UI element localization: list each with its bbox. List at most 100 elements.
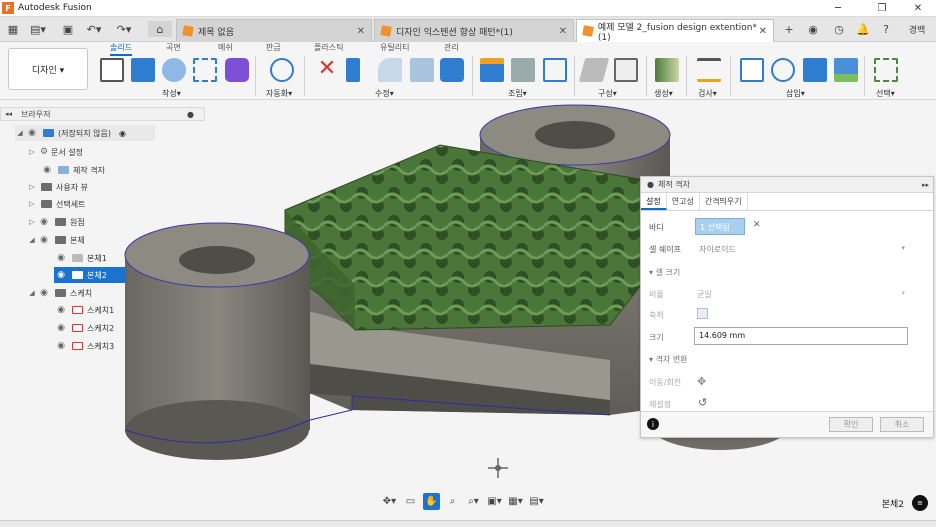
expand-arrow-icon[interactable]: ▷	[27, 200, 37, 208]
close-tab-icon[interactable]: ✕	[559, 26, 567, 37]
extensions-icon[interactable]: ◉	[803, 21, 823, 37]
viewports-icon[interactable]: ▤▾	[528, 493, 545, 510]
tab-solid[interactable]: 솔리드	[110, 42, 133, 56]
redo-icon[interactable]: ↷▾	[114, 21, 134, 37]
fit-icon[interactable]: ⌕▾	[465, 493, 482, 510]
tab-mesh[interactable]: 메쉬	[218, 42, 233, 53]
save-icon[interactable]: ▣	[58, 21, 78, 37]
scale-checkbox[interactable]	[697, 308, 708, 319]
create-sketch-icon[interactable]	[100, 58, 124, 82]
close-tab-icon[interactable]: ✕	[357, 26, 365, 37]
construct-grid-icon[interactable]	[614, 58, 638, 82]
dialog-expand-icon[interactable]: ▸▸	[922, 181, 929, 189]
tree-item-body1[interactable]: ◉ 본체1	[54, 250, 126, 266]
maximize-button[interactable]: ❐	[864, 0, 900, 17]
visibility-eye-icon[interactable]: ◉	[54, 341, 68, 351]
press-pull-icon[interactable]	[346, 58, 360, 82]
tab-settings[interactable]: 설정	[641, 193, 667, 210]
cancel-button[interactable]: 취소	[880, 417, 924, 432]
ratio-select[interactable]: 균일	[697, 289, 712, 300]
chevron-down-icon[interactable]: ▾	[901, 244, 905, 252]
tree-item-named-views[interactable]: ▷ 사용자 뷰	[27, 179, 88, 195]
orbit-icon[interactable]: ✥▾	[381, 493, 398, 510]
minimize-button[interactable]: ─	[820, 0, 856, 17]
tab-offset[interactable]: 간격띄우기	[700, 193, 748, 210]
tree-item-build-grid[interactable]: ◉ 제작 격자	[40, 162, 105, 178]
dialog-collapse-icon[interactable]: ●	[647, 180, 654, 189]
tree-item-body2[interactable]: ◉ 본체2	[54, 267, 126, 283]
info-icon[interactable]: i	[647, 418, 659, 430]
insert-link-icon[interactable]	[771, 58, 795, 82]
clear-selection-icon[interactable]: ✕	[753, 220, 761, 230]
tab-untitled[interactable]: 제목 없음 ✕	[176, 19, 372, 42]
tab-surface[interactable]: 곡면	[166, 42, 181, 53]
extrude-icon[interactable]	[131, 58, 155, 82]
tree-item-sketch1[interactable]: ◉ 스케치1	[54, 302, 114, 318]
group-modify-label[interactable]: 수정▾	[375, 88, 394, 99]
notifications-icon[interactable]: 🔔	[853, 21, 873, 37]
tree-item-sketch2[interactable]: ◉ 스케치2	[54, 320, 114, 336]
visibility-eye-icon[interactable]: ◉	[25, 128, 39, 138]
look-at-icon[interactable]: ▭	[402, 493, 419, 510]
visibility-eye-icon[interactable]: ◉	[37, 217, 51, 227]
dialog-header[interactable]: ● 체적 격자 ▸▸	[641, 177, 933, 193]
tab-extension-pattern[interactable]: 디자인 익스텐션 향상 패턴*(1) ✕	[374, 19, 574, 42]
visibility-eye-icon[interactable]: ◉	[40, 165, 54, 175]
chamfer-icon[interactable]	[410, 58, 434, 82]
group-inspect-label[interactable]: 검사▾	[698, 88, 717, 99]
move-gizmo-icon[interactable]	[488, 458, 508, 478]
tab-smoothness[interactable]: 연고성	[667, 193, 700, 210]
home-icon[interactable]: ⌂	[148, 21, 172, 37]
activate-radio-icon[interactable]: ◉	[119, 129, 126, 138]
new-component-icon[interactable]	[480, 58, 504, 82]
reset-icon[interactable]: ↺	[698, 396, 707, 409]
tree-item-origin[interactable]: ▷ ◉ 원점	[27, 214, 84, 230]
collapse-arrow-icon[interactable]: ◢	[15, 129, 25, 137]
group-create-label[interactable]: 작성▾	[162, 88, 181, 99]
close-tab-icon[interactable]: ✕	[759, 26, 767, 37]
file-menu-icon[interactable]: ▤▾	[28, 21, 48, 37]
tree-item-selection-sets[interactable]: ▷ 선택세트	[27, 196, 85, 212]
delete-icon[interactable]: ✕	[315, 58, 339, 82]
group-generate-label[interactable]: 생성▾	[654, 88, 673, 99]
collapse-arrow-icon[interactable]: ◢	[27, 236, 37, 244]
insert-derive-icon[interactable]	[740, 58, 764, 82]
joint-icon[interactable]	[511, 58, 535, 82]
insert-canvas-icon[interactable]	[834, 58, 858, 82]
revolve-icon[interactable]	[162, 58, 186, 82]
tab-plastic[interactable]: 플라스틱	[314, 42, 343, 53]
undo-icon[interactable]: ↶▾	[84, 21, 104, 37]
group-select-label[interactable]: 선택▾	[876, 88, 895, 99]
body-selection-button[interactable]: 1 선택됨	[695, 218, 745, 235]
visibility-eye-icon[interactable]: ◉	[54, 270, 68, 280]
move-icon[interactable]: ✥	[697, 375, 706, 388]
expand-arrow-icon[interactable]: ▷	[27, 183, 37, 191]
visibility-eye-icon[interactable]: ◉	[37, 288, 51, 298]
pattern-icon[interactable]	[193, 58, 217, 82]
chevron-down-icon[interactable]: ▾	[901, 289, 905, 297]
grid-settings-icon[interactable]: ▦▾	[507, 493, 524, 510]
visibility-eye-icon[interactable]: ◉	[54, 253, 68, 263]
help-icon[interactable]: ?	[876, 21, 896, 37]
tab-example-model[interactable]: 예제 모델 2_fusion design extention*(1) ✕	[576, 19, 774, 43]
workspace-switcher[interactable]: 디자인 ▾	[8, 48, 88, 90]
shell-icon[interactable]	[440, 58, 464, 82]
offset-plane-icon[interactable]	[578, 58, 610, 82]
job-status-icon[interactable]: ◷	[829, 21, 849, 37]
tab-sheet-metal[interactable]: 판금	[266, 42, 281, 53]
visibility-eye-icon[interactable]: ◉	[37, 235, 51, 245]
form-icon[interactable]	[225, 58, 249, 82]
tree-item-sketches[interactable]: ◢ ◉ 스케치	[27, 285, 92, 301]
close-window-button[interactable]: ✕	[900, 0, 936, 17]
tree-item-sketch3[interactable]: ◉ 스케치3	[54, 338, 114, 354]
visibility-eye-icon[interactable]: ◉	[54, 323, 68, 333]
automate-icon[interactable]	[270, 58, 294, 82]
as-built-joint-icon[interactable]	[543, 58, 567, 82]
ok-button[interactable]: 확인	[829, 417, 873, 432]
app-grid-icon[interactable]: ▦	[3, 21, 23, 37]
group-insert-label[interactable]: 삽입▾	[786, 88, 805, 99]
measure-icon[interactable]	[697, 58, 721, 82]
tab-utilities[interactable]: 유틸리티	[380, 42, 409, 53]
tab-manage[interactable]: 관리	[444, 42, 459, 53]
user-avatar[interactable]: 경백	[903, 21, 931, 37]
